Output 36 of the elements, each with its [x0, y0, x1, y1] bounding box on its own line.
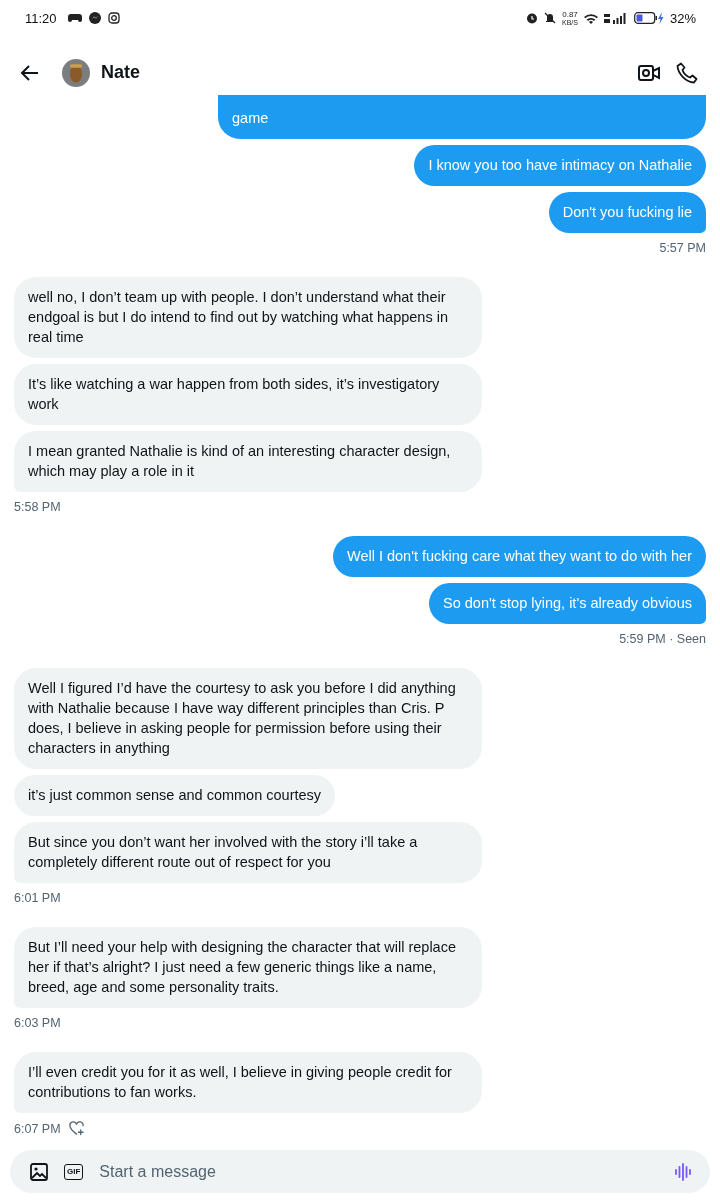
message-timestamp: 5:57 PM	[659, 241, 706, 255]
message-bubble[interactable]: But I’ll need your help with designing the character that will replace her if that’s alright? I just need a few generic things like a name, breed, age and some personality traits.	[14, 927, 482, 1008]
message-bubble[interactable]: well no, I don’t team up with people. I don’t understand what their endgoal is but I do intend to find out by watching what happens in real time	[14, 277, 482, 358]
message-bubble[interactable]: I’ll even credit you for it as well, I believe in giving people credit for contributions to fan works.	[14, 1052, 482, 1113]
alarm-icon	[526, 12, 538, 24]
video-call-icon[interactable]	[638, 63, 660, 82]
message-composer[interactable]: GIF Start a message	[10, 1150, 710, 1193]
message-input[interactable]: Start a message	[99, 1162, 658, 1181]
contact-name[interactable]: Nate	[101, 62, 140, 83]
avatar[interactable]	[62, 58, 90, 87]
wifi-icon	[583, 12, 598, 24]
game-controller-icon	[67, 13, 82, 23]
message-bubble[interactable]: Well I figured I’d have the courtesy to ask you before I did anything with Nathalie because I have way different principles than Cris. P does, I believe in asking people for permission before using their characters in anything	[14, 668, 482, 769]
network-speed: 0.87	[562, 10, 578, 19]
back-arrow-icon[interactable]	[20, 62, 40, 83]
message-bubble[interactable]: I mean granted Nathalie is kind of an interesting character design, which may play a role in it	[14, 431, 482, 492]
muted-bell-icon	[544, 12, 556, 24]
battery-charging-icon	[633, 12, 664, 24]
mobile-signal-icon	[603, 12, 628, 24]
voice-waveform-icon[interactable]	[674, 1162, 692, 1181]
messenger-icon	[88, 12, 101, 24]
camera-icon	[107, 12, 120, 24]
status-time: 11:20	[25, 10, 57, 26]
battery-percentage: 32%	[669, 10, 696, 26]
image-icon[interactable]	[30, 1162, 48, 1181]
message-bubble[interactable]: But since you don’t want her involved with the story i’ll take a completely different route out of respect for you	[14, 822, 482, 883]
message-timestamp: 6:03 PM	[14, 1016, 61, 1030]
message-bubble[interactable]: It’s like watching a war happen from both sides, it’s investigatory work	[14, 364, 482, 425]
message-timestamp: 5:58 PM	[14, 500, 61, 514]
message-timestamp: 6:07 PM	[14, 1121, 61, 1136]
message-timestamp: 6:01 PM	[14, 891, 61, 905]
message-bubble[interactable]: it’s just common sense and common courtesy	[14, 775, 336, 816]
phone-icon[interactable]	[676, 61, 698, 84]
message-timestamp: 5:59 PM · Seen	[619, 632, 706, 646]
gif-button[interactable]: GIF	[64, 1163, 84, 1180]
add-reaction-icon[interactable]	[68, 1121, 84, 1136]
